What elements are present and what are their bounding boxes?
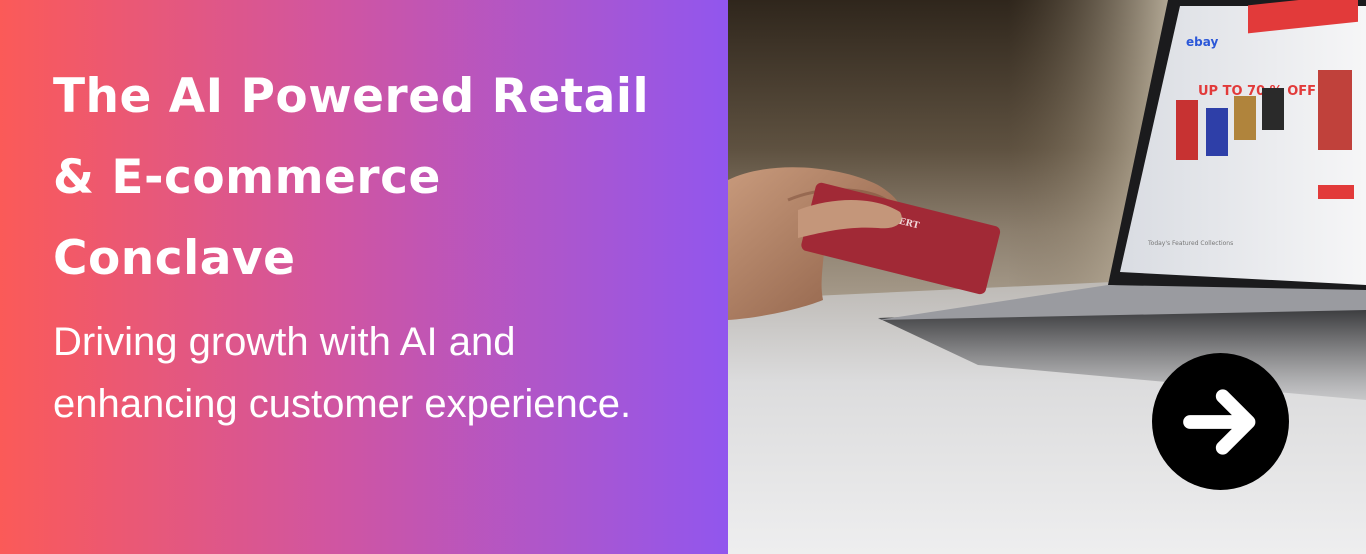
screen-logo-text: ebay <box>1186 35 1218 49</box>
headline: The AI Powered Retail & E-commerce Concl… <box>53 69 650 286</box>
photo-panel: UP TO 70 % OFF ebay Today's Featured Col… <box>728 0 1366 554</box>
screen-section-text: Today's Featured Collections <box>1147 240 1233 247</box>
next-arrow-button[interactable] <box>1152 353 1289 490</box>
text-panel: The AI Powered Retail & E-commerce Concl… <box>0 0 728 554</box>
promo-banner: The AI Powered Retail & E-commerce Concl… <box>0 0 1366 554</box>
arrow-right-icon <box>1182 388 1255 455</box>
shopping-photo: UP TO 70 % OFF ebay Today's Featured Col… <box>728 0 1366 554</box>
screen-banner-text: UP TO 70 % OFF <box>1198 84 1316 99</box>
subline: Driving growth with AI and enhancing cus… <box>53 320 632 426</box>
